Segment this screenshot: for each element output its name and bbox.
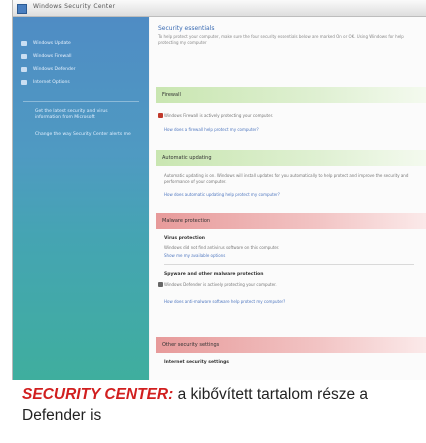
spyware-protection-text: Windows Defender is actively protecting … bbox=[164, 282, 277, 287]
sidebar-item-internet-options[interactable]: Internet Options bbox=[21, 78, 70, 86]
defender-status-icon bbox=[158, 282, 163, 287]
section-malware-protection[interactable]: Malware protection bbox=[156, 213, 426, 229]
main-content: Security essentials To help protect your… bbox=[150, 17, 426, 380]
internet-security-heading: Internet security settings bbox=[164, 360, 229, 365]
sidebar-item-windows-update[interactable]: Windows Update bbox=[21, 39, 71, 47]
updates-help-link[interactable]: How does automatic updating help protect… bbox=[164, 192, 280, 197]
shield-app-icon bbox=[17, 4, 27, 14]
sidebar-item-windows-firewall[interactable]: Windows Firewall bbox=[21, 52, 72, 60]
internet-options-icon bbox=[21, 79, 27, 85]
page-subtitle: To help protect your computer, make sure… bbox=[158, 34, 404, 45]
virus-protection-text: Windows did not find antivirus software … bbox=[164, 245, 280, 250]
updates-status-text: Automatic updating is on. Windows will i… bbox=[164, 173, 409, 184]
security-center-window: Windows Security Center Windows Update W… bbox=[12, 0, 426, 380]
firewall-icon bbox=[21, 53, 27, 59]
section-other-security-settings[interactable]: Other security settings bbox=[156, 337, 426, 353]
virus-protection-heading: Virus protection bbox=[164, 236, 206, 241]
magazine-page: Windows Security Center Windows Update W… bbox=[0, 0, 426, 443]
firewall-status-text: Windows Firewall is actively protecting … bbox=[164, 113, 274, 118]
section-title: Malware protection bbox=[162, 218, 211, 224]
sidebar-item-label: Internet Options bbox=[33, 79, 70, 85]
figure-caption: SECURITY CENTER: a kibővített tartalom r… bbox=[22, 384, 422, 426]
firewall-help-link[interactable]: How does a firewall help protect my comp… bbox=[164, 127, 259, 132]
sidebar-divider bbox=[23, 101, 139, 102]
section-automatic-updating[interactable]: Automatic updating bbox=[156, 150, 426, 166]
caption-highlight: SECURITY CENTER: bbox=[22, 386, 174, 403]
window-title: Windows Security Center bbox=[33, 3, 116, 10]
virus-options-link[interactable]: Show me my available options bbox=[164, 253, 225, 258]
divider bbox=[164, 264, 414, 265]
sidebar: Windows Update Windows Firewall Windows … bbox=[13, 17, 149, 380]
spyware-protection-heading: Spyware and other malware protection bbox=[164, 272, 264, 277]
sidebar-item-label: Windows Defender bbox=[33, 66, 76, 72]
section-title: Firewall bbox=[162, 92, 181, 98]
firewall-status-icon bbox=[158, 113, 163, 118]
page-title: Security essentials bbox=[158, 25, 215, 32]
sidebar-item-label: Windows Firewall bbox=[33, 53, 72, 59]
sidebar-item-windows-defender[interactable]: Windows Defender bbox=[21, 65, 75, 73]
title-bar: Windows Security Center bbox=[13, 0, 426, 17]
section-title: Other security settings bbox=[162, 342, 220, 348]
section-firewall[interactable]: Firewall bbox=[156, 87, 426, 103]
defender-icon bbox=[21, 66, 27, 72]
sidebar-link-security-info[interactable]: Get the latest security and virus inform… bbox=[35, 109, 133, 121]
section-title: Automatic updating bbox=[162, 155, 212, 161]
windows-update-icon bbox=[21, 40, 27, 46]
sidebar-item-label: Windows Update bbox=[33, 40, 71, 46]
malware-help-link[interactable]: How does anti-malware software help prot… bbox=[164, 299, 285, 304]
sidebar-link-change-alerts[interactable]: Change the way Security Center alerts me bbox=[35, 132, 133, 138]
